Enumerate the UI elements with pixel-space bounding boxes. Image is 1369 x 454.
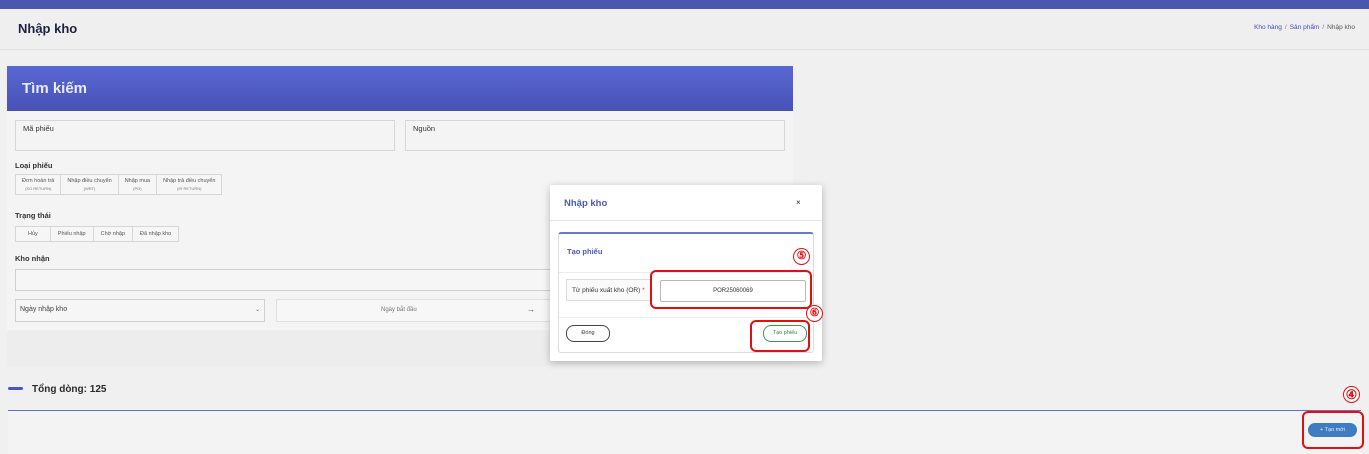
code-field-label: Mã phiếu: [23, 124, 54, 133]
breadcrumb-warehouse[interactable]: Kho hàng: [1254, 24, 1282, 31]
top-accent-strip: [0, 0, 1369, 9]
form-section-title: Tạo phiếu: [567, 247, 603, 256]
total-accent-bar: [8, 387, 23, 390]
annotation-marker-5: ⑤: [793, 248, 810, 265]
date-range-input[interactable]: Ngày bắt đầu →: [276, 299, 557, 322]
form-footer-divider: [559, 317, 813, 318]
date-start-placeholder: Ngày bắt đầu: [381, 307, 417, 313]
type-chip-po[interactable]: Nhập mua (PO): [119, 175, 158, 194]
from-or-label: Từ phiếu xuất kho (OR) *: [566, 279, 650, 301]
arrow-right-icon: →: [527, 305, 535, 314]
close-button[interactable]: Đóng: [566, 325, 610, 342]
status-chip-waiting[interactable]: Chờ nhập: [94, 227, 134, 241]
type-chip-ir-return[interactable]: Nhập trả điều chuyển (IR RETURN): [157, 175, 221, 194]
annotation-marker-6: ⑥: [806, 305, 823, 322]
annotation-box-5: [650, 270, 812, 309]
status-label: Trạng thái: [15, 211, 51, 220]
page-header: Nhập kho Kho hàng / Sản phẩm / Nhập kho: [0, 9, 1369, 50]
breadcrumb-current: Nhập kho: [1327, 24, 1355, 31]
close-icon[interactable]: ×: [796, 198, 801, 207]
modal-divider: [550, 220, 822, 221]
warehouse-label: Kho nhận: [15, 254, 50, 263]
modal-title: Nhập kho: [564, 198, 608, 209]
type-chip-so-return[interactable]: Đơn hoàn trả (SO RETURN): [16, 175, 62, 194]
type-chip-wrt[interactable]: Nhập điều chuyển (WRT): [61, 175, 119, 194]
status-filter-group: Hủy Phiếu nhập Chờ nhập Đã nhập kho: [15, 226, 180, 242]
type-label: Loại phiếu: [15, 161, 53, 170]
total-rows: Tổng dòng: 125: [32, 384, 107, 395]
source-field-label: Nguồn: [413, 124, 436, 133]
create-receipt-modal: Nhập kho × Tạo phiếu Từ phiếu xuất kho (…: [550, 185, 823, 361]
breadcrumb-products[interactable]: Sản phẩm: [1290, 24, 1320, 31]
annotation-box-6: [750, 320, 810, 352]
source-field[interactable]: Nguồn: [405, 120, 785, 151]
search-panel-header: Tìm kiếm: [7, 66, 793, 111]
status-chip-cancel[interactable]: Hủy: [16, 227, 51, 241]
search-title: Tìm kiếm: [22, 80, 88, 97]
warehouse-input[interactable]: [15, 269, 557, 291]
annotation-box-4: [1302, 411, 1364, 449]
type-filter-group: Đơn hoàn trả (SO RETURN) Nhập điều chuyển…: [15, 174, 223, 195]
breadcrumb: Kho hàng / Sản phẩm / Nhập kho: [1254, 24, 1355, 31]
status-chip-received[interactable]: Đã nhập kho: [133, 227, 178, 241]
list-area: [8, 411, 1361, 454]
status-chip-receipt[interactable]: Phiếu nhập: [51, 227, 94, 241]
page-title: Nhập kho: [18, 21, 78, 36]
date-type-select[interactable]: Ngày nhập kho ⌄: [15, 299, 265, 322]
annotation-marker-4: ④: [1343, 386, 1360, 403]
date-type-value: Ngày nhập kho: [20, 306, 68, 313]
code-field[interactable]: Mã phiếu: [15, 120, 395, 151]
chevron-down-icon: ⌄: [254, 307, 260, 313]
